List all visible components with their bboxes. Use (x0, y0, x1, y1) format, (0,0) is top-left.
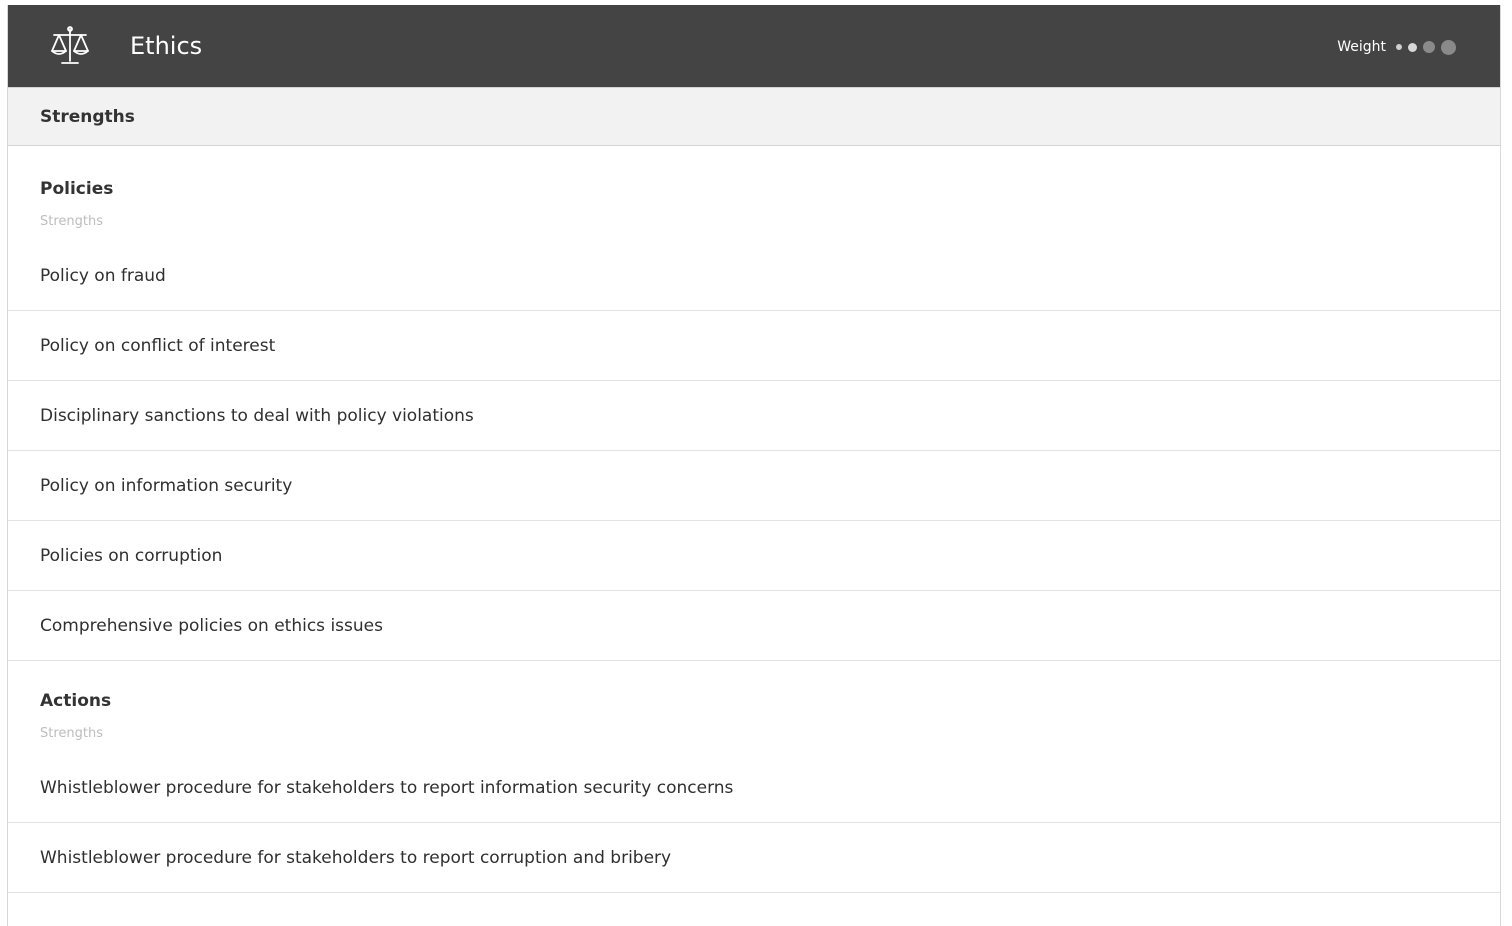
list-item[interactable]: Whistleblower procedure for stakeholders… (8, 753, 1500, 823)
list-item[interactable]: Whistleblower procedure for stakeholders… (8, 823, 1500, 893)
page-title: Ethics (130, 32, 203, 60)
weight-dot-2[interactable] (1408, 42, 1417, 52)
list-item[interactable]: Comprehensive policies on ethics issues (8, 591, 1500, 661)
list-item[interactable]: Policies on corruption (8, 521, 1500, 591)
panel-header: Ethics Weight (8, 5, 1500, 87)
weight-dot-1[interactable] (1396, 44, 1402, 50)
weight-label: Weight (1337, 39, 1386, 55)
section-header-strengths: Strengths (8, 87, 1500, 146)
weight-dot-3[interactable] (1423, 41, 1435, 53)
list-item[interactable]: Policy on information security (8, 451, 1500, 521)
group-subtitle: Strengths (40, 214, 104, 229)
weight-dot-4[interactable] (1441, 39, 1456, 55)
list-item[interactable]: Policy on conflict of interest (8, 311, 1500, 381)
list-item[interactable]: Policy on fraud (8, 241, 1500, 311)
scales-of-justice-icon (46, 23, 94, 69)
ethics-panel: Ethics Weight Strengths Policies Strengt… (7, 5, 1501, 926)
group-title-policies: Policies (40, 179, 114, 199)
group-title-actions: Actions (40, 691, 112, 711)
weight-indicator[interactable]: Weight (1337, 39, 1456, 55)
group-subtitle: Strengths (40, 726, 104, 741)
list-item[interactable]: Disciplinary sanctions to deal with poli… (8, 381, 1500, 451)
